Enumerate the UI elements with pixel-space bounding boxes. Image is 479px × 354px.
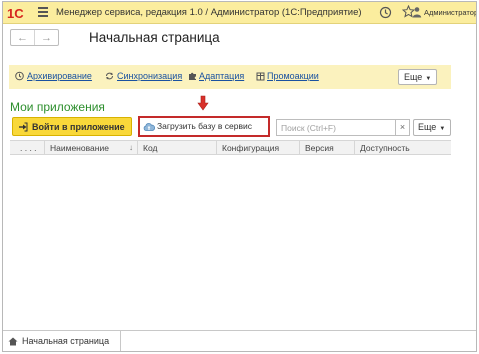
upload-button-label: Загрузить базу в сервис xyxy=(157,121,252,131)
page-title: Начальная страница xyxy=(89,30,220,45)
list-more-label: Еще xyxy=(418,122,437,132)
column-divider xyxy=(44,141,45,155)
cloud-upload-icon xyxy=(143,123,155,131)
login-arrow-icon xyxy=(19,122,28,132)
column-header-code[interactable]: Код xyxy=(143,143,157,153)
sort-down-icon[interactable]: ↓ xyxy=(129,143,133,152)
sync-link[interactable]: Синхронизация xyxy=(117,71,182,81)
application-window: 1С Менеджер сервиса, редакция 1.0 / Адми… xyxy=(2,1,477,352)
history-icon[interactable] xyxy=(379,6,392,19)
search-placeholder: Поиск (Ctrl+F) xyxy=(281,123,336,133)
sync-icon xyxy=(106,72,113,80)
upload-database-button[interactable]: Загрузить базу в сервис xyxy=(140,118,268,135)
archive-icon xyxy=(15,71,24,81)
login-button-label: Войти в приложение xyxy=(32,122,125,132)
tab-home-page[interactable]: Начальная страница xyxy=(3,331,121,351)
window-title: Менеджер сервиса, редакция 1.0 / Админис… xyxy=(56,7,362,18)
main-menu-icon[interactable] xyxy=(38,7,48,18)
adaptation-link[interactable]: Адаптация xyxy=(199,71,244,81)
back-button[interactable]: ← xyxy=(11,30,35,45)
current-user-name[interactable]: Администратор xyxy=(424,8,476,17)
list-more-button[interactable]: Еще ▼ xyxy=(413,119,451,136)
column-divider xyxy=(299,141,300,155)
promo-icon xyxy=(256,72,265,81)
user-icon[interactable] xyxy=(412,6,422,18)
column-header-name[interactable]: Наименование xyxy=(50,143,109,153)
red-down-arrow-icon xyxy=(197,95,209,111)
forward-button[interactable]: → xyxy=(35,30,58,45)
1c-logo-icon[interactable]: 1С xyxy=(7,6,29,20)
section-title: Мои приложения xyxy=(10,100,105,114)
open-windows-bar: Начальная страница xyxy=(3,330,476,351)
column-divider xyxy=(354,141,355,155)
applications-table-header: . . . . Наименование ↓ Код Конфигурация … xyxy=(10,140,451,155)
column-divider xyxy=(216,141,217,155)
command-bar: Архивирование Синхронизация Адаптация Пр… xyxy=(9,65,451,89)
navigation-buttons: ← → xyxy=(10,29,59,46)
promo-link[interactable]: Промоакции xyxy=(267,71,319,81)
puzzle-icon xyxy=(189,72,196,80)
column-divider xyxy=(137,141,138,155)
home-icon xyxy=(8,337,18,346)
chevron-down-icon: ▼ xyxy=(425,76,432,82)
search-input[interactable]: Поиск (Ctrl+F) xyxy=(276,119,396,136)
search-clear-button[interactable]: × xyxy=(396,119,410,136)
svg-text:1С: 1С xyxy=(7,6,24,20)
column-marker: . . . . xyxy=(20,143,37,153)
column-header-version[interactable]: Версия xyxy=(305,143,334,153)
column-header-availability[interactable]: Доступность xyxy=(360,143,410,153)
archiving-link[interactable]: Архивирование xyxy=(27,71,92,81)
tab-label: Начальная страница xyxy=(22,336,110,346)
title-bar: 1С Менеджер сервиса, редакция 1.0 / Адми… xyxy=(3,2,476,24)
applications-table-body[interactable] xyxy=(10,155,451,325)
chevron-down-icon: ▼ xyxy=(439,126,446,132)
login-to-app-button[interactable]: Войти в приложение xyxy=(12,117,132,136)
column-header-configuration[interactable]: Конфигурация xyxy=(222,143,279,153)
command-bar-more-button[interactable]: Еще ▼ xyxy=(398,69,438,85)
more-button-label: Еще xyxy=(404,72,423,82)
